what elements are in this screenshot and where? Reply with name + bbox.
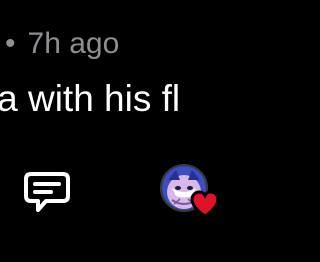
post-body-text[interactable]: America with his fl <box>0 78 180 124</box>
post-timestamp: 7h ago <box>27 27 120 60</box>
heart-icon <box>190 190 220 218</box>
post-meta: • 7h ago <box>0 26 119 62</box>
chat-bubble-icon <box>24 172 70 212</box>
comment-button[interactable] <box>22 168 72 216</box>
meta-separator: • <box>5 27 16 60</box>
reaction-button[interactable] <box>160 164 222 220</box>
post-card: • 7h ago America with his fl <box>0 0 262 262</box>
